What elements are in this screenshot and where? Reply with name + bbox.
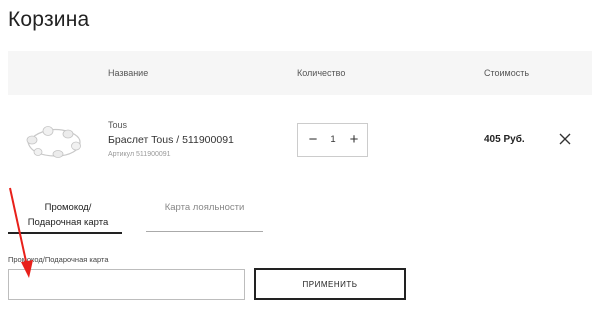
quantity-stepper: − 1 + <box>297 123 368 157</box>
tab-loyalty-underline <box>146 231 263 232</box>
column-header-quantity: Количество <box>297 68 346 78</box>
page-title: Корзина <box>8 8 90 31</box>
tab-promocode-underline <box>8 232 122 234</box>
quantity-value[interactable]: 1 <box>326 134 340 145</box>
column-header-price: Стоимость <box>484 68 530 78</box>
tab-promocode[interactable]: Промокод/ Подарочная карта <box>18 200 118 230</box>
cart-item-row: Tous Браслет Tous / 511900091 Артикул 51… <box>8 96 592 184</box>
bracelet-image[interactable] <box>22 116 86 162</box>
cart-table-header: Название Количество Стоимость <box>8 51 592 95</box>
product-name-link[interactable]: Браслет Tous / 511900091 <box>108 134 234 146</box>
quantity-increase-button[interactable]: + <box>345 130 363 150</box>
column-header-name: Название <box>108 68 149 78</box>
promo-field-label: Промокод/Подарочная карта <box>8 255 109 264</box>
product-article: Артикул 511900091 <box>108 151 171 158</box>
close-icon[interactable] <box>558 132 572 146</box>
product-brand: Tous <box>108 120 128 130</box>
tab-loyalty-card[interactable]: Карта лояльности <box>146 200 263 215</box>
item-price: 405 Руб. <box>484 134 525 145</box>
promo-code-input[interactable] <box>8 269 245 300</box>
quantity-decrease-button[interactable]: − <box>304 130 322 150</box>
apply-button[interactable]: ПРИМЕНИТЬ <box>254 268 406 300</box>
